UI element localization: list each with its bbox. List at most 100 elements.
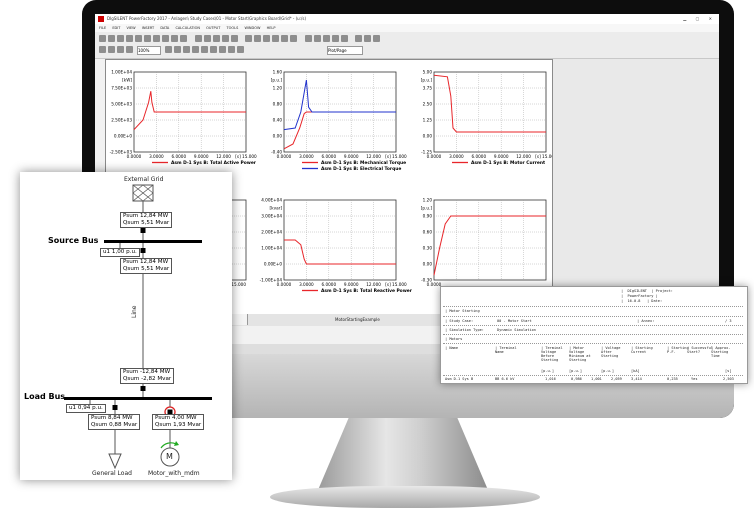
report-separator	[443, 334, 743, 335]
tool-icon[interactable]	[183, 46, 190, 53]
y-tick-label: 5.00E+03	[111, 102, 132, 107]
breaker-icon	[140, 386, 146, 391]
plot-area	[433, 71, 547, 153]
tool-icon[interactable]	[117, 35, 124, 42]
tool-icon[interactable]	[162, 35, 169, 42]
tool-icon[interactable]	[213, 35, 220, 42]
tool-icon[interactable]	[245, 35, 252, 42]
y-tick-label: 2.50E+03	[111, 118, 132, 123]
menu-item-calculation[interactable]: CALCULATION	[175, 26, 200, 30]
load-voltage: u1 0,94 p.u.	[69, 405, 103, 411]
tool-icon[interactable]	[126, 46, 133, 53]
tool-icon[interactable]	[174, 46, 181, 53]
tool-icon[interactable]	[180, 35, 187, 42]
load-bus-label: Load Bus	[24, 392, 66, 401]
legend-label: Asm D-1 Sys B: Total Active Power	[171, 160, 257, 166]
menu-item-insert[interactable]: INSERT	[142, 26, 154, 30]
y-tick-label: 1.20	[423, 198, 433, 203]
menu-item-help[interactable]: HELP	[267, 26, 276, 30]
tool-icon[interactable]	[281, 35, 288, 42]
source-voltage: u1 1,00 p.u.	[103, 249, 137, 255]
tool-icon[interactable]	[108, 46, 115, 53]
x-tick-label: [s] 15.000	[535, 154, 552, 159]
y-tick-label: 0.30	[423, 246, 433, 251]
tool-icon[interactable]	[314, 35, 321, 42]
tool-icon[interactable]	[237, 46, 244, 53]
tool-icon[interactable]	[126, 35, 133, 42]
line-qsum: Qsum -2,82 Mvar	[123, 376, 172, 382]
menu-item-window[interactable]: WINDOW	[244, 26, 260, 30]
line-result-box: Psum -12,84 MW Qsum -2,82 Mvar	[120, 368, 175, 384]
page-select[interactable]: Plot/Page	[327, 46, 363, 55]
x-tick-label: 0.0000	[127, 154, 142, 159]
tool-icon[interactable]	[364, 35, 371, 42]
menu-item-data[interactable]: DATA	[160, 26, 169, 30]
tool-icon[interactable]	[99, 35, 106, 42]
tool-icon[interactable]	[228, 46, 235, 53]
x-tick-label: 12.000	[366, 154, 381, 159]
report-cell: BB 6.6 kV	[495, 377, 515, 381]
x-tick-label: [s] 15.000	[385, 282, 407, 287]
tool-icon[interactable]	[341, 35, 348, 42]
tool-icon[interactable]	[195, 35, 202, 42]
tool-icon[interactable]	[332, 35, 339, 42]
menu-item-view[interactable]: VIEW	[127, 26, 136, 30]
menu-item-edit[interactable]: EDIT	[112, 26, 120, 30]
tool-icon[interactable]	[135, 35, 142, 42]
tool-icon[interactable]	[272, 35, 279, 42]
general-load-result-box: Psum 8,84 MW Qsum 0,88 Mvar	[88, 414, 141, 430]
tool-icon[interactable]	[171, 35, 178, 42]
tool-icon[interactable]	[210, 46, 217, 53]
tool-icon[interactable]	[290, 35, 297, 42]
tool-icon[interactable]	[144, 35, 151, 42]
y-unit-label: [p.u.]	[271, 78, 283, 83]
y-tick-label: 1.60	[273, 70, 283, 75]
zoom-value: 100%	[138, 48, 150, 53]
tool-icon[interactable]	[263, 35, 270, 42]
breaker-icon	[112, 405, 118, 410]
breaker-icon	[140, 248, 146, 253]
tool-icon[interactable]	[192, 46, 199, 53]
zoom-select[interactable]: 100%	[137, 46, 161, 55]
report-cell: Yes	[691, 377, 698, 381]
y-tick-label: 7.50E+03	[111, 86, 132, 91]
annex-value: / 3	[725, 319, 732, 323]
general-load-label: General Load	[92, 470, 132, 477]
tool-icon[interactable]	[165, 46, 172, 53]
motor-label: Motor_with_mdm	[148, 470, 200, 477]
tool-icon[interactable]	[108, 35, 115, 42]
report-window: | DIgSILENT | Project: | PowerFactory | …	[440, 286, 748, 384]
tool-icon[interactable]	[254, 35, 261, 42]
tool-icon[interactable]	[305, 35, 312, 42]
menu-item-file[interactable]: FILE	[99, 26, 106, 30]
tool-icon[interactable]	[231, 35, 238, 42]
sim-type-label: | Simulation Type:	[445, 328, 484, 332]
tool-icon[interactable]	[201, 46, 208, 53]
x-tick-label: 9.0000	[494, 154, 509, 159]
tool-icon[interactable]	[117, 46, 124, 53]
menu-item-tools[interactable]: TOOLS	[226, 26, 238, 30]
y-tick-label: 0.90	[423, 214, 433, 219]
line-label: Line	[131, 305, 138, 318]
tool-icon[interactable]	[323, 35, 330, 42]
tool-icon[interactable]	[373, 35, 380, 42]
tool-icon[interactable]	[355, 35, 362, 42]
report-title: | Motor Starting	[445, 309, 480, 313]
y-tick-label: 2.50	[423, 102, 433, 107]
y-tick-label: 3.75	[423, 86, 433, 91]
tab-motor-starting[interactable]: MotorStartingExample	[335, 314, 380, 326]
x-tick-label: [s] 15.000	[385, 154, 407, 159]
tool-icon[interactable]	[153, 35, 160, 42]
tool-icon[interactable]	[219, 46, 226, 53]
tool-icon[interactable]	[204, 35, 211, 42]
source-bus-bar[interactable]	[104, 240, 202, 243]
tool-icon[interactable]	[222, 35, 229, 42]
load-bus-bar[interactable]	[64, 397, 212, 400]
x-tick-label: 6.0000	[321, 154, 336, 159]
window-controls[interactable]: ▁ ▢ ✕	[683, 14, 716, 24]
report-cell: 0,986	[571, 377, 582, 381]
tool-icon[interactable]	[99, 46, 106, 53]
menu-item-output[interactable]: OUTPUT	[206, 26, 220, 30]
motor-symbol: M	[166, 452, 173, 461]
motor-qsum: Qsum 1,93 Mvar	[155, 422, 202, 428]
